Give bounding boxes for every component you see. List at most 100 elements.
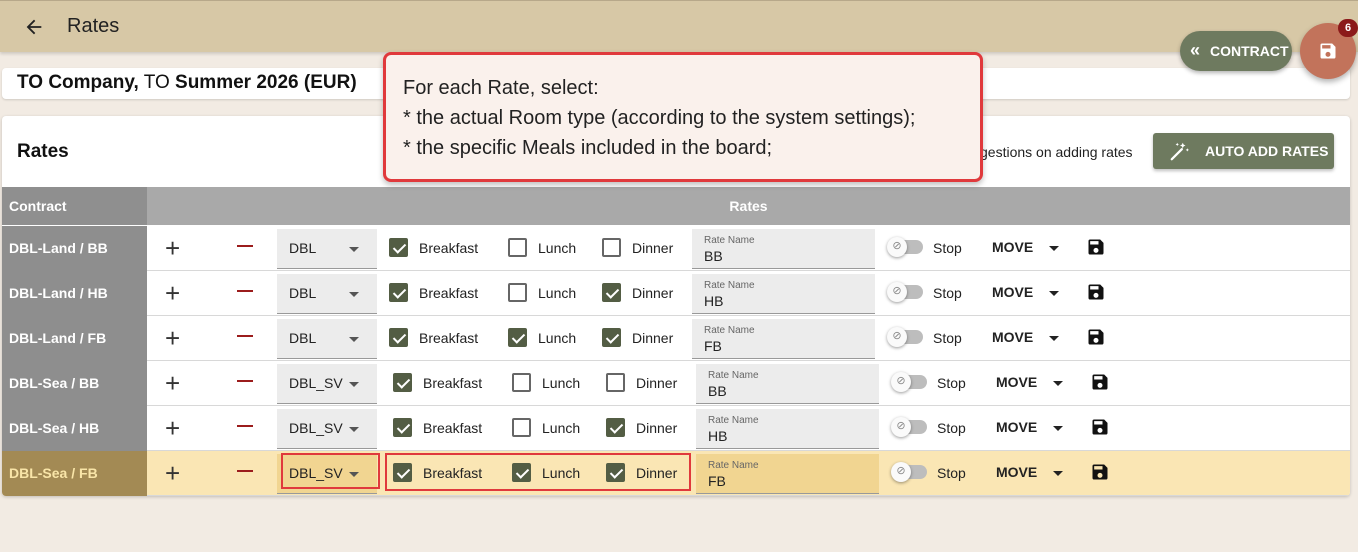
add-rate-icon[interactable]: + — [165, 234, 180, 262]
remove-rate-icon[interactable] — [237, 425, 253, 427]
rate-row: DBL-Land / BB + DBL Breakfast Lunch Dinn… — [2, 226, 1350, 271]
rate-name-value: HB — [708, 428, 728, 444]
rate-name-field[interactable]: Rate Name BB — [696, 364, 879, 404]
move-dropdown-caret-icon[interactable] — [1053, 471, 1063, 476]
dinner-checkbox[interactable] — [602, 238, 621, 257]
add-rate-icon[interactable]: + — [165, 369, 180, 397]
callout-line-2: * the actual Room type (according to the… — [403, 107, 916, 129]
rate-row: DBL-Land / FB + DBL Breakfast Lunch Dinn… — [2, 316, 1350, 361]
stop-disabled-icon: ⊘ — [891, 372, 911, 392]
move-button[interactable]: MOVE — [992, 284, 1033, 300]
back-arrow-icon[interactable] — [20, 13, 48, 41]
add-rate-icon[interactable]: + — [165, 414, 180, 442]
stop-toggle[interactable]: ⊘ — [887, 237, 923, 257]
add-rate-icon[interactable]: + — [165, 324, 180, 352]
suggestion-text: gestions on adding rates — [980, 144, 1133, 160]
dinner-checkbox[interactable] — [606, 373, 625, 392]
rate-name-label: Rate Name — [704, 325, 755, 336]
rate-name-field[interactable]: Rate Name FB — [696, 454, 879, 494]
remove-rate-icon[interactable] — [237, 245, 253, 247]
dinner-checkbox[interactable] — [602, 328, 621, 347]
rate-name-field[interactable]: Rate Name BB — [692, 229, 875, 269]
room-type-select[interactable]: DBL — [277, 319, 377, 359]
breakfast-checkbox[interactable] — [389, 328, 408, 347]
add-rate-icon[interactable]: + — [165, 459, 180, 487]
breakfast-checkbox[interactable] — [393, 418, 412, 437]
auto-add-rates-button[interactable]: AUTO ADD RATES — [1153, 133, 1334, 169]
rate-name-value: HB — [704, 293, 724, 309]
add-rate-icon[interactable]: + — [165, 279, 180, 307]
remove-rate-icon[interactable] — [237, 290, 253, 292]
remove-rate-icon[interactable] — [237, 470, 253, 472]
save-row-icon[interactable] — [1086, 282, 1106, 302]
rate-row: DBL-Sea / BB + DBL_SV Breakfast Lunch Di… — [2, 361, 1350, 406]
move-dropdown-caret-icon[interactable] — [1049, 291, 1059, 296]
move-button[interactable]: MOVE — [992, 329, 1033, 345]
lunch-checkbox[interactable] — [512, 418, 531, 437]
breakfast-checkbox[interactable] — [393, 373, 412, 392]
contract-room-name: DBL-Sea / FB — [2, 451, 147, 496]
rate-name-label: Rate Name — [708, 415, 759, 426]
room-type-value: DBL — [289, 240, 317, 256]
contract-room-name: DBL-Sea / HB — [2, 406, 147, 451]
remove-rate-icon[interactable] — [237, 335, 253, 337]
contract-name: Summer 2026 (EUR) — [175, 72, 357, 93]
stop-toggle[interactable]: ⊘ — [887, 327, 923, 347]
save-row-icon[interactable] — [1090, 462, 1110, 482]
room-type-select[interactable]: DBL_SV — [277, 364, 377, 404]
save-row-icon[interactable] — [1090, 417, 1110, 437]
rate-name-value: BB — [708, 383, 727, 399]
rate-name-field[interactable]: Rate Name HB — [696, 409, 879, 449]
dinner-checkbox[interactable] — [606, 418, 625, 437]
dinner-checkbox[interactable] — [602, 283, 621, 302]
breakfast-label: Breakfast — [423, 375, 483, 391]
top-app-bar: Rates — [0, 0, 1358, 52]
move-button[interactable]: MOVE — [992, 239, 1033, 255]
breakfast-label: Breakfast — [419, 330, 479, 346]
move-button[interactable]: MOVE — [996, 419, 1037, 435]
lunch-label: Lunch — [538, 330, 577, 346]
breakfast-checkbox[interactable] — [389, 238, 408, 257]
room-type-select[interactable]: DBL_SV — [277, 409, 377, 449]
column-header-contract: Contract — [2, 187, 147, 225]
remove-rate-icon[interactable] — [237, 380, 253, 382]
room-type-value: DBL — [289, 285, 317, 301]
move-button[interactable]: MOVE — [996, 464, 1037, 480]
rate-name-label: Rate Name — [708, 460, 759, 471]
dropdown-caret-icon — [349, 292, 359, 297]
contract-button[interactable]: « CONTRACT — [1180, 31, 1292, 71]
dinner-label: Dinner — [632, 330, 674, 346]
stop-toggle[interactable]: ⊘ — [887, 282, 923, 302]
unsaved-count-badge: 6 — [1338, 19, 1358, 37]
rate-name-field[interactable]: Rate Name FB — [692, 319, 875, 359]
move-button[interactable]: MOVE — [996, 374, 1037, 390]
lunch-checkbox[interactable] — [508, 283, 527, 302]
move-dropdown-caret-icon[interactable] — [1053, 381, 1063, 386]
rate-name-field[interactable]: Rate Name HB — [692, 274, 875, 314]
stop-toggle[interactable]: ⊘ — [891, 372, 927, 392]
save-row-icon[interactable] — [1090, 372, 1110, 392]
contract-room-name: DBL-Land / BB — [2, 226, 147, 271]
save-row-icon[interactable] — [1086, 237, 1106, 257]
move-dropdown-caret-icon[interactable] — [1053, 426, 1063, 431]
contract-room-name: DBL-Sea / BB — [2, 361, 147, 406]
move-dropdown-caret-icon[interactable] — [1049, 336, 1059, 341]
rate-name-value: FB — [708, 473, 726, 489]
stop-toggle[interactable]: ⊘ — [891, 417, 927, 437]
highlight-meals — [385, 453, 691, 491]
room-type-value: DBL_SV — [289, 420, 343, 436]
dropdown-caret-icon — [349, 337, 359, 342]
stop-disabled-icon: ⊘ — [887, 327, 907, 347]
lunch-checkbox[interactable] — [508, 238, 527, 257]
lunch-checkbox[interactable] — [512, 373, 531, 392]
room-type-select[interactable]: DBL — [277, 229, 377, 269]
room-type-select[interactable]: DBL — [277, 274, 377, 314]
stop-label: Stop — [937, 375, 966, 391]
breakfast-checkbox[interactable] — [389, 283, 408, 302]
save-row-icon[interactable] — [1086, 327, 1106, 347]
callout-line-3: * the specific Meals included in the boa… — [403, 137, 773, 159]
move-dropdown-caret-icon[interactable] — [1049, 246, 1059, 251]
lunch-label: Lunch — [542, 420, 581, 436]
stop-toggle[interactable]: ⊘ — [891, 462, 927, 482]
lunch-checkbox[interactable] — [508, 328, 527, 347]
